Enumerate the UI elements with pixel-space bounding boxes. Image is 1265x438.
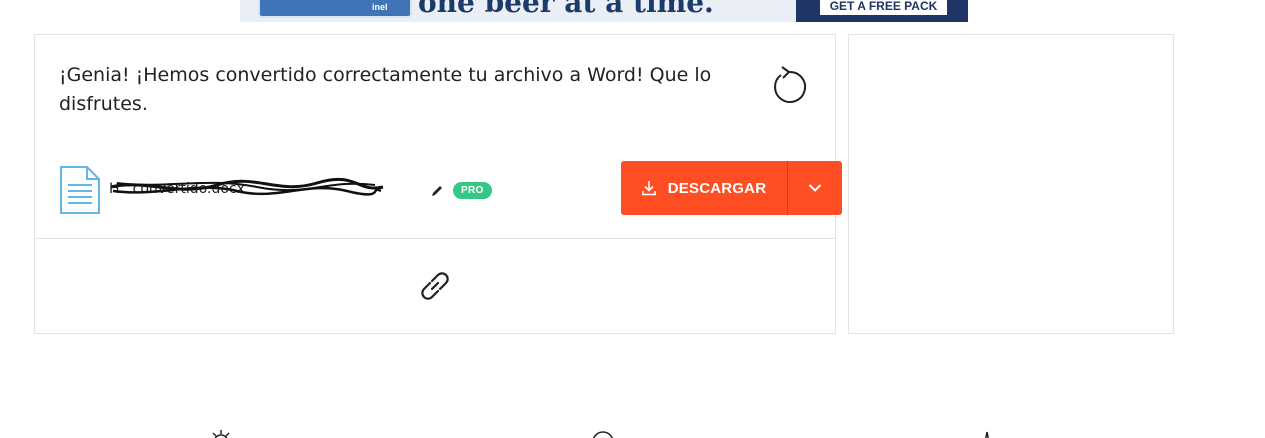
ad-product-label: inel (372, 2, 388, 12)
download-label: DESCARGAR (667, 179, 767, 197)
page: inel one beer at a time. GET A FREE PACK… (0, 0, 1265, 438)
ad-banner[interactable]: inel one beer at a time. GET A FREE PACK (240, 0, 968, 22)
chevron-down-icon (808, 184, 822, 192)
document-icon (60, 166, 100, 214)
file-row: H...convertido.docx PRO DESCARGAR (59, 161, 842, 221)
download-button-group: DESCARGAR (621, 161, 842, 215)
file-name: H...convertido.docx (109, 181, 245, 197)
restart-button[interactable] (765, 63, 809, 107)
ad-product-image: inel (258, 0, 412, 18)
pen-icon (985, 431, 989, 438)
circle-icon (593, 431, 613, 438)
card-divider (35, 238, 835, 239)
pencil-icon (432, 186, 442, 196)
side-panel (848, 34, 1174, 334)
link-icon (421, 272, 449, 300)
lightbulb-icon (212, 430, 230, 438)
download-icon (641, 181, 656, 196)
pro-badge: PRO (453, 182, 492, 199)
ad-cta-button[interactable]: GET A FREE PACK (820, 0, 947, 15)
result-card: ¡Genia! ¡Hemos convertido correctamente … (34, 34, 842, 334)
share-link-button[interactable] (415, 266, 455, 306)
edit-filename-button[interactable] (429, 183, 445, 199)
success-message: ¡Genia! ¡Hemos convertido correctamente … (59, 64, 712, 115)
download-button[interactable]: DESCARGAR (621, 161, 787, 215)
restart-icon (774, 66, 807, 103)
ad-headline: one beer at a time. (418, 0, 714, 19)
download-options-button[interactable] (787, 161, 842, 215)
ad-cta-container: GET A FREE PACK (796, 0, 968, 22)
